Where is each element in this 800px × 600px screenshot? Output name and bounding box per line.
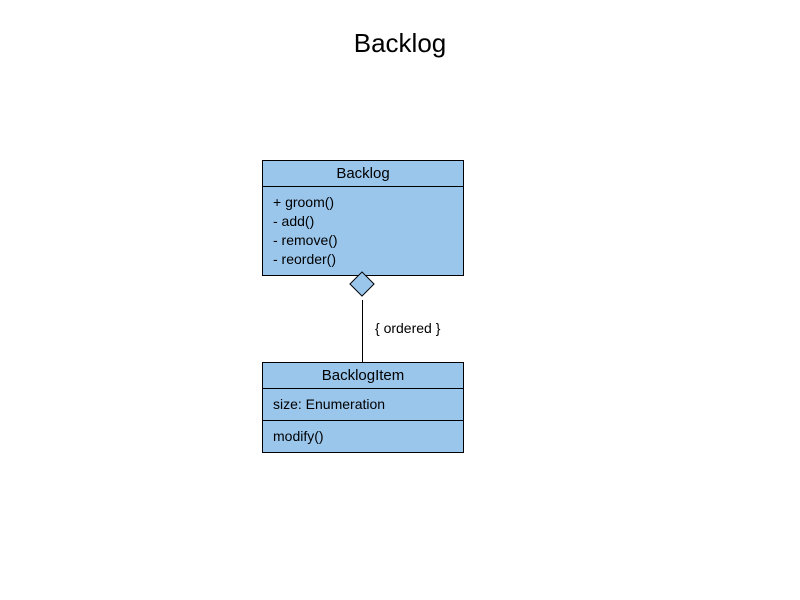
association-constraint: { ordered } xyxy=(375,320,440,336)
operation: - add() xyxy=(273,212,453,231)
class-backlog-name: Backlog xyxy=(263,161,463,187)
class-backlogitem-operations: modify() xyxy=(263,421,463,452)
operation: - reorder() xyxy=(273,250,453,269)
diagram-title: Backlog xyxy=(0,28,800,59)
operation: - remove() xyxy=(273,231,453,250)
class-backlogitem-name: BacklogItem xyxy=(263,363,463,389)
association-line xyxy=(362,300,363,362)
class-backlog: Backlog + groom() - add() - remove() - r… xyxy=(262,160,464,276)
class-backlogitem-attributes: size: Enumeration xyxy=(263,389,463,421)
operation: + groom() xyxy=(273,193,453,212)
class-backlogitem: BacklogItem size: Enumeration modify() xyxy=(262,362,464,453)
operation: modify() xyxy=(273,427,453,446)
class-backlog-operations: + groom() - add() - remove() - reorder() xyxy=(263,187,463,275)
attribute: size: Enumeration xyxy=(273,395,453,414)
